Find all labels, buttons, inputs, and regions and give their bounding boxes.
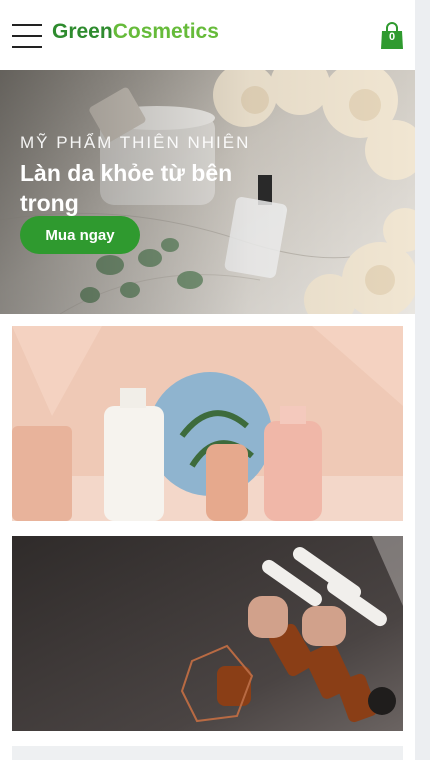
- site-header: GreenCosmetics 0: [0, 0, 415, 70]
- shop-now-button[interactable]: Mua ngay: [20, 216, 140, 254]
- promo-banner-amber-bottles[interactable]: [12, 536, 403, 731]
- hamburger-menu-icon[interactable]: [12, 24, 42, 48]
- promo-image-skin-product: [12, 326, 403, 521]
- logo-text-green: Green: [52, 20, 113, 43]
- cart-count-badge: 0: [388, 31, 396, 43]
- logo-text-cosmetics: Cosmetics: [112, 20, 219, 43]
- site-logo[interactable]: GreenCosmetics: [52, 20, 219, 44]
- promo-banner-partial[interactable]: [12, 746, 403, 760]
- promo-banner-skin-product[interactable]: [12, 326, 403, 521]
- promo-image-amber-bottles: [12, 536, 403, 731]
- hero-subtitle: MỸ PHẨM THIÊN NHIÊN: [20, 133, 251, 152]
- cart-button[interactable]: 0: [380, 22, 404, 50]
- page: GreenCosmetics 0 MỸ PHẨM THIÊN NHIÊN Làn…: [0, 0, 415, 760]
- scrollbar[interactable]: [415, 0, 430, 760]
- hero-banner: MỸ PHẨM THIÊN NHIÊN Làn da khỏe từ bên t…: [0, 70, 415, 314]
- hero-title: Làn da khỏe từ bên trong: [20, 160, 233, 216]
